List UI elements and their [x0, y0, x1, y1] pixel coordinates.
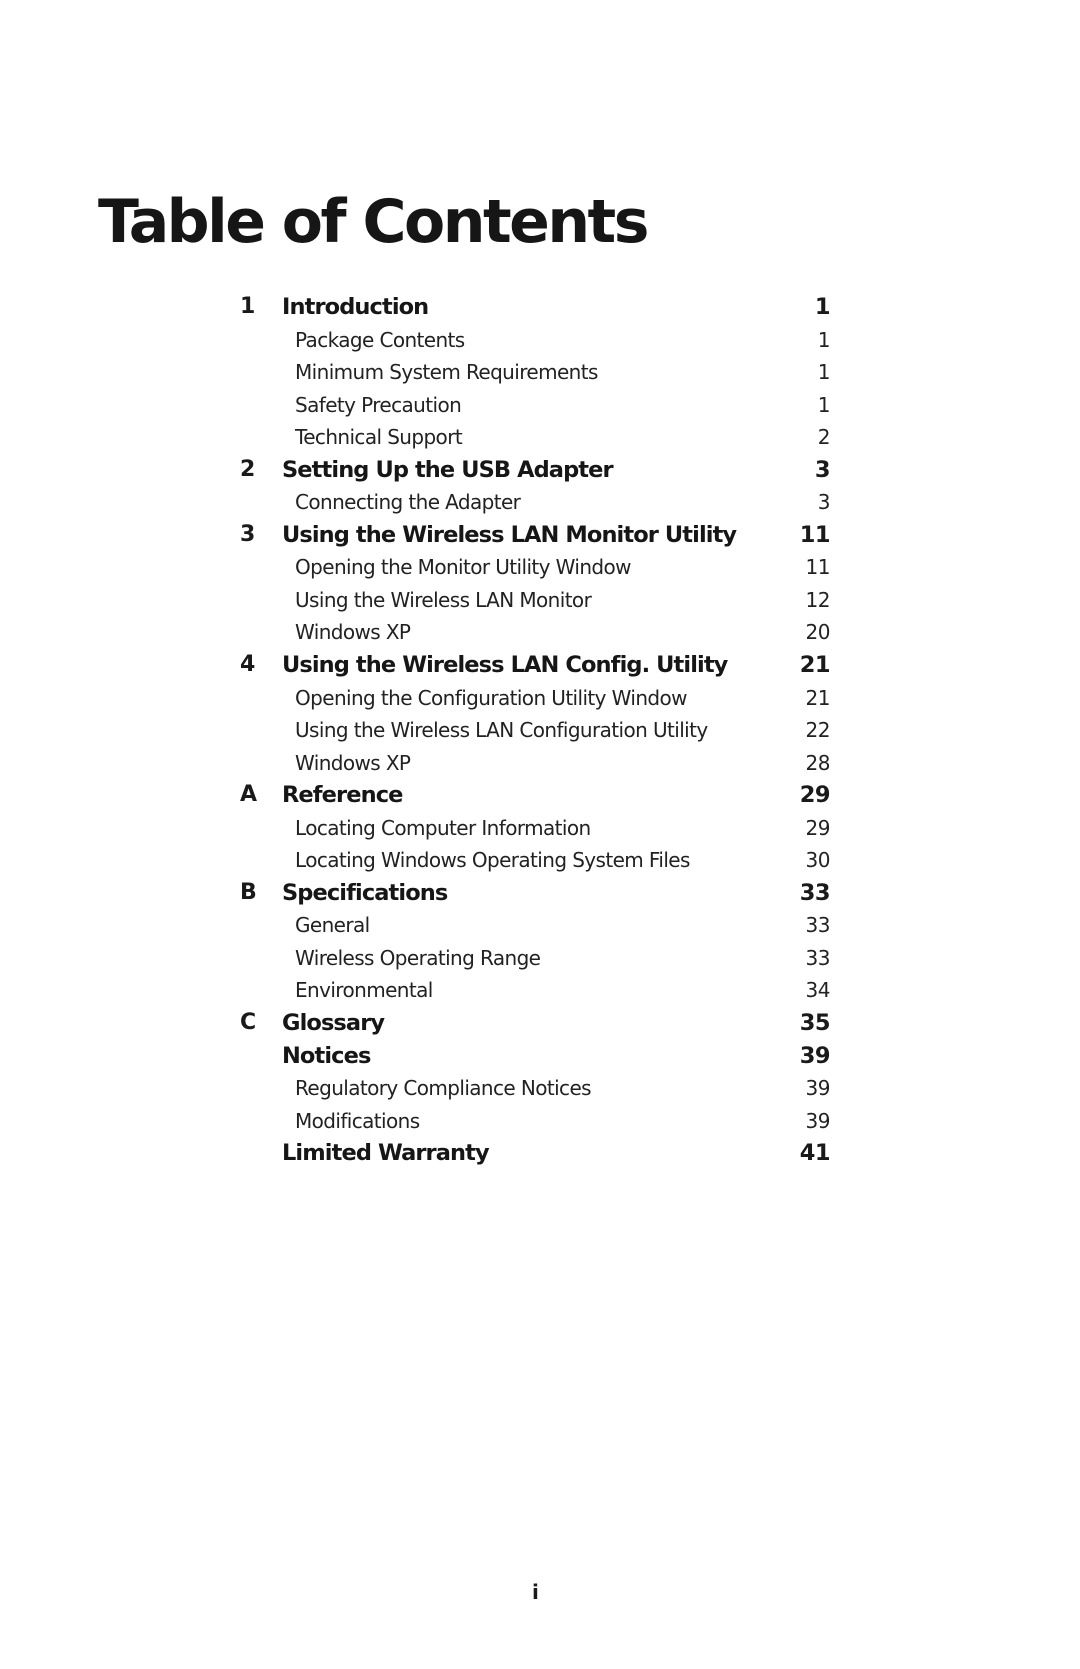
toc-entry-page: 21 — [805, 685, 831, 710]
toc-entry-page: 11 — [799, 521, 831, 548]
toc-entry-page: 21 — [799, 652, 831, 679]
toc-entry-label[interactable]: Connecting the Adapter — [295, 486, 521, 519]
toc-section-entry[interactable]: Opening the Configuration Utility Window… — [240, 682, 831, 715]
toc-entry-label[interactable]: Wireless Operating Range — [295, 942, 541, 975]
toc-entry-label[interactable]: Glossary — [282, 1007, 385, 1040]
toc-entry-label[interactable]: Windows XP — [295, 747, 411, 780]
toc-entry-page: 1 — [814, 294, 831, 320]
toc-entry-page: 39 — [805, 1108, 831, 1133]
toc-entry-label[interactable]: Locating Windows Operating System Files — [295, 844, 690, 877]
toc-chapter-entry[interactable]: Limited Warranty 41 — [240, 1137, 831, 1170]
toc-entry-number: 3 — [240, 521, 255, 547]
toc-entry-page: 1 — [817, 327, 831, 352]
toc-entry-label[interactable]: Modifications — [295, 1105, 420, 1138]
toc-section-entry[interactable]: Windows XP 20 — [240, 616, 831, 649]
toc-entry-page: 39 — [805, 1076, 831, 1101]
toc-entry-page: 35 — [799, 1010, 831, 1037]
toc-entry-page: 3 — [814, 456, 831, 483]
toc-entry-label[interactable]: Introduction — [282, 291, 429, 324]
toc-entry-label[interactable]: Specifications — [282, 877, 448, 910]
toc-section-entry[interactable]: Using the Wireless LAN Monitor 12 — [240, 584, 831, 617]
toc-entry-page: 1 — [817, 392, 831, 417]
toc-entry-number: A — [240, 782, 257, 808]
toc-section-entry[interactable]: Minimum System Requirements 1 — [240, 356, 831, 389]
toc-entry-page: 3 — [817, 490, 831, 515]
toc-section-entry[interactable]: Opening the Monitor Utility Window 11 — [240, 551, 831, 584]
page-number: i — [532, 1580, 539, 1604]
toc-entry-page: 12 — [805, 587, 831, 612]
toc-entry-page: 33 — [799, 879, 831, 906]
toc-section-entry[interactable]: Windows XP 28 — [240, 747, 831, 780]
toc-section-entry[interactable]: Locating Windows Operating System Files 3… — [240, 844, 831, 877]
toc-entry-page: 22 — [805, 718, 831, 743]
toc-entry-page: 33 — [805, 913, 831, 938]
toc-entry-number: C — [240, 1010, 256, 1036]
toc-entry-page: 11 — [805, 555, 831, 580]
toc-entry-label[interactable]: Opening the Monitor Utility Window — [295, 551, 632, 584]
toc-entry-label[interactable]: Notices — [282, 1040, 371, 1073]
toc-chapter-entry[interactable]: B Specifications 33 — [240, 877, 831, 910]
toc-entry-label[interactable]: Using the Wireless LAN Config. Utility — [282, 649, 728, 682]
toc-section-entry[interactable]: Safety Precaution 1 — [240, 389, 831, 422]
toc-entry-page: 41 — [799, 1140, 831, 1167]
toc-entry-page: 30 — [805, 848, 831, 873]
toc-entry-number: 1 — [240, 294, 255, 319]
toc-entry-label[interactable]: Safety Precaution — [295, 389, 462, 422]
toc-entry-label[interactable]: Package Contents — [295, 324, 465, 357]
toc-chapter-entry[interactable]: C Glossary 35 — [240, 1007, 831, 1040]
toc-entry-label[interactable]: Using the Wireless LAN Configuration Uti… — [295, 714, 708, 747]
toc-entry-label[interactable]: Regulatory Compliance Notices — [295, 1072, 592, 1105]
toc-section-entry[interactable]: Using the Wireless LAN Configuration Uti… — [240, 714, 831, 747]
toc-entry-label[interactable]: Setting Up the USB Adapter — [282, 454, 614, 487]
toc-chapter-entry[interactable]: 3 Using the Wireless LAN Monitor Utility 1… — [240, 519, 831, 552]
toc-section-entry[interactable]: General 33 — [240, 909, 831, 942]
toc-entry-label[interactable]: Limited Warranty — [282, 1137, 490, 1170]
toc-entry-label[interactable]: Reference — [282, 779, 403, 812]
toc-chapter-entry[interactable]: A Reference 29 — [240, 779, 831, 812]
toc-section-entry[interactable]: Regulatory Compliance Notices 39 — [240, 1072, 831, 1105]
toc-entry-label[interactable]: Minimum System Requirements — [295, 356, 598, 389]
toc-chapter-entry[interactable]: 2 Setting Up the USB Adapter 3 — [240, 454, 831, 487]
toc-entry-page: 2 — [817, 425, 831, 450]
toc-chapter-entry[interactable]: Notices 39 — [240, 1040, 831, 1073]
toc-section-entry[interactable]: Technical Support 2 — [240, 421, 831, 454]
toc-entry-label[interactable]: Windows XP — [295, 616, 411, 649]
toc-entry-number: 2 — [240, 456, 255, 482]
toc-section-entry[interactable]: Wireless Operating Range 33 — [240, 942, 831, 975]
toc-entry-label[interactable]: Opening the Configuration Utility Window — [295, 682, 688, 715]
toc-entry-page: 20 — [805, 620, 831, 645]
toc-entry-page: 29 — [805, 815, 831, 840]
toc-entry-label[interactable]: Using the Wireless LAN Monitor Utility — [282, 519, 737, 552]
toc-section-entry[interactable]: Package Contents 1 — [240, 324, 831, 357]
toc-entry-page: 33 — [805, 945, 831, 970]
toc-chapter-entry[interactable]: 4 Using the Wireless LAN Config. Utility 2… — [240, 649, 831, 682]
toc-section-entry[interactable]: Environmental 34 — [240, 974, 831, 1007]
toc-entry-page: 1 — [817, 360, 831, 385]
toc-section-entry[interactable]: Modifications 39 — [240, 1105, 831, 1138]
toc-entry-page: 34 — [805, 978, 831, 1003]
toc-entry-page: 29 — [799, 782, 831, 809]
toc-entry-number: 4 — [240, 652, 255, 678]
toc-entry-page: 28 — [805, 750, 831, 775]
toc-entry-label[interactable]: Environmental — [295, 974, 433, 1007]
toc-entry-page: 39 — [799, 1042, 831, 1069]
table-of-contents: 1 Introduction 1 Package Contents 1 Minimum S… — [240, 291, 831, 1170]
toc-entry-label[interactable]: General — [295, 909, 370, 942]
toc-entry-label[interactable]: Using the Wireless LAN Monitor — [295, 584, 592, 617]
toc-entry-label[interactable]: Locating Computer Information — [295, 812, 591, 845]
toc-section-entry[interactable]: Connecting the Adapter 3 — [240, 486, 831, 519]
toc-section-entry[interactable]: Locating Computer Information 29 — [240, 812, 831, 845]
page-title: Table of Contents — [98, 187, 649, 258]
toc-entry-number: B — [240, 879, 257, 905]
toc-chapter-entry[interactable]: 1 Introduction 1 — [240, 291, 831, 324]
toc-entry-label[interactable]: Technical Support — [295, 421, 463, 454]
